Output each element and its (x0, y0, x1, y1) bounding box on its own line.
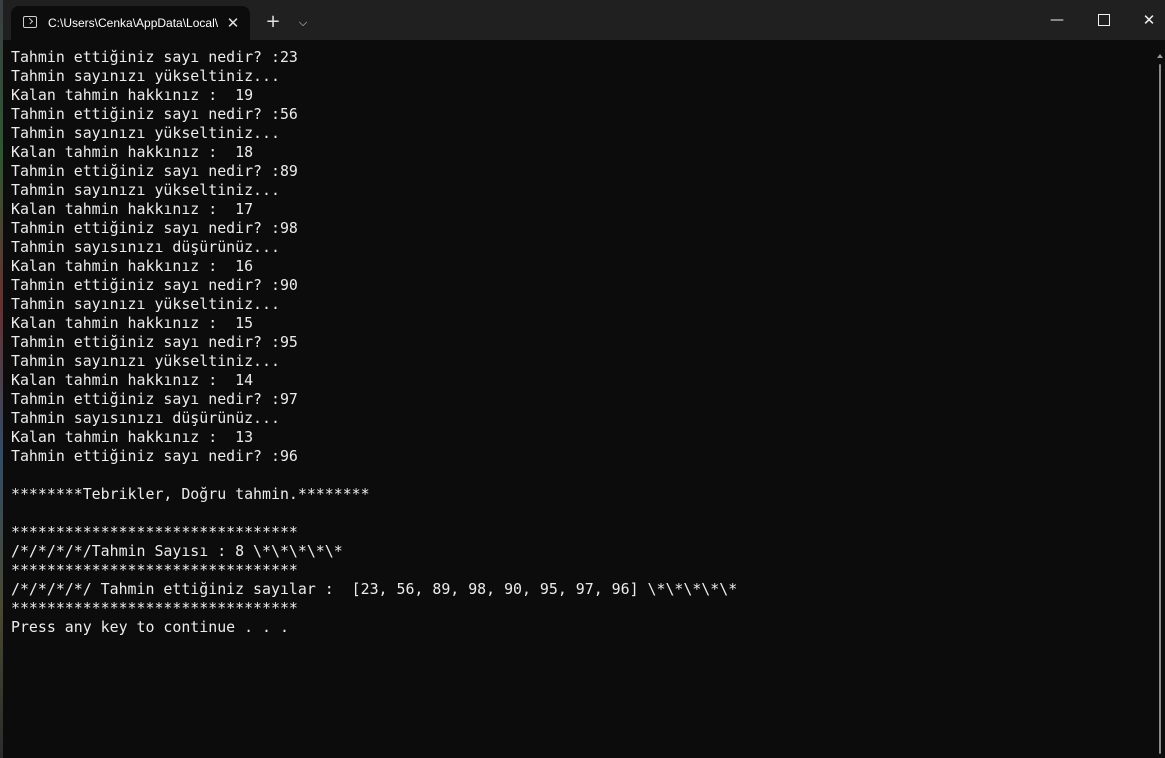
console-line: Tahmin sayınızı yükseltiniz... (11, 352, 280, 370)
title-bar[interactable]: C:\Users\Cenka\AppData\Local\ ✕ + ⌵ — ✕ (3, 0, 1165, 40)
console-line: Tahmin sayınızı yükseltiniz... (11, 67, 280, 85)
console-line: Kalan tahmin hakkınız : 17 (11, 200, 254, 218)
console-line: ******************************** (11, 561, 298, 579)
maximize-icon (1098, 14, 1110, 26)
maximize-button[interactable] (1080, 0, 1126, 40)
console-line: Kalan tahmin hakkınız : 15 (11, 314, 254, 332)
scrollbar[interactable] (1155, 42, 1165, 758)
console-line: Kalan tahmin hakkınız : 16 (11, 257, 254, 275)
console-line: ******************************** (11, 599, 298, 617)
scroll-up-icon[interactable] (1157, 54, 1163, 58)
console-line: Kalan tahmin hakkınız : 14 (11, 371, 254, 389)
console-line: Tahmin ettiğiniz sayı nedir? :23 (11, 48, 298, 66)
terminal-window: C:\Users\Cenka\AppData\Local\ ✕ + ⌵ — ✕ … (0, 0, 1165, 758)
console-line: Tahmin sayınızı yükseltiniz... (11, 181, 280, 199)
chevron-down-icon[interactable]: ⌵ (292, 11, 314, 35)
console-line: Press any key to continue . . . (11, 618, 289, 636)
console-line: Tahmin ettiğiniz sayı nedir? :95 (11, 333, 298, 351)
console-line: Tahmin ettiğiniz sayı nedir? :96 (11, 447, 298, 465)
console-line: Tahmin ettiğiniz sayı nedir? :56 (11, 105, 298, 123)
console-line: Tahmin ettiğiniz sayı nedir? :89 (11, 162, 298, 180)
tab-title: C:\Users\Cenka\AppData\Local\ (48, 16, 218, 30)
console-output[interactable]: Tahmin ettiğiniz sayı nedir? :23 Tahmin s… (11, 48, 1151, 748)
console-line: Kalan tahmin hakkınız : 18 (11, 143, 254, 161)
console-line: Tahmin sayınızı yükseltiniz... (11, 124, 280, 142)
console-line: Tahmin sayısınızı düşürünüz... (11, 238, 280, 256)
console-line: /*/*/*/*/Tahmin Sayısı : 8 \*\*\*\*\* (11, 542, 343, 560)
scroll-thumb[interactable] (1159, 64, 1161, 754)
desktop-background (0, 0, 3, 758)
terminal-icon (23, 16, 37, 28)
console-line: Tahmin sayınızı yükseltiniz... (11, 295, 280, 313)
console-line: Tahmin sayısınızı düşürünüz... (11, 409, 280, 427)
console-line: Tahmin ettiğiniz sayı nedir? :97 (11, 390, 298, 408)
console-line: Tahmin ettiğiniz sayı nedir? :98 (11, 219, 298, 237)
console-line: /*/*/*/*/ Tahmin ettiğiniz sayılar : [23… (11, 580, 738, 598)
console-line: ********Tebrikler, Doğru tahmin.******** (11, 485, 370, 503)
close-tab-button[interactable]: ✕ (223, 13, 243, 33)
console-line: Tahmin ettiğiniz sayı nedir? :90 (11, 276, 298, 294)
console-line: Kalan tahmin hakkınız : 19 (11, 86, 254, 104)
new-tab-button[interactable]: + (261, 11, 285, 35)
close-window-button[interactable]: ✕ (1126, 0, 1165, 40)
console-line: Kalan tahmin hakkınız : 13 (11, 428, 254, 446)
terminal-tab[interactable]: C:\Users\Cenka\AppData\Local\ ✕ (11, 6, 250, 40)
minimize-button[interactable]: — (1034, 0, 1080, 40)
console-line: ******************************** (11, 523, 298, 541)
